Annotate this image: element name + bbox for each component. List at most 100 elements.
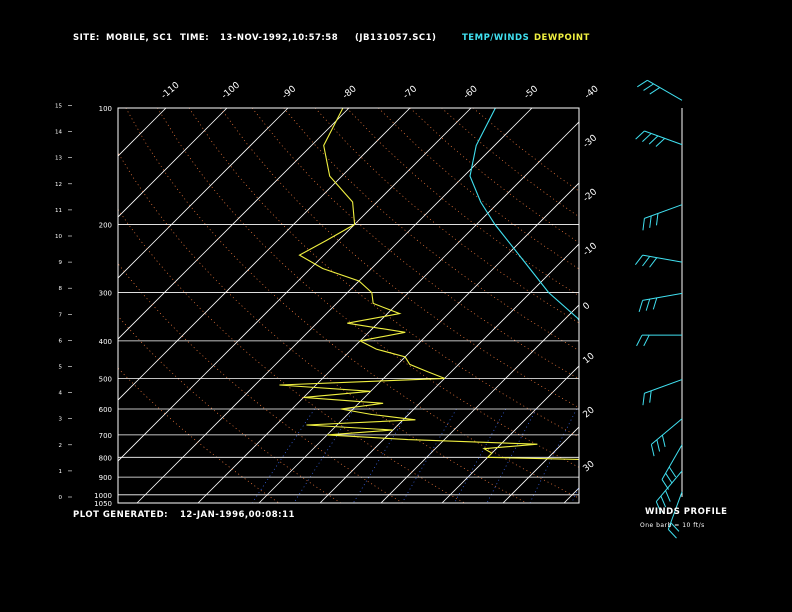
right-temp-label: 10 (582, 351, 597, 366)
wind-barb-shaft (642, 292, 683, 301)
wind-barb-flag (637, 79, 648, 88)
pressure-tick-label: 200 (99, 221, 112, 229)
wind-barb-flag (642, 256, 651, 267)
wind-barb-flag (667, 529, 677, 539)
isotherm-line (747, 108, 792, 503)
wind-barb-shaft (644, 379, 683, 394)
isotherm-line (563, 487, 579, 503)
pressure-tick-label: 100 (99, 105, 112, 113)
wind-barb-flag (635, 130, 645, 140)
wind-barb-flag (645, 298, 651, 311)
pressure-tick-label: 500 (99, 375, 112, 383)
height-tick-label: 11 (55, 208, 62, 214)
height-tick-label: 15 (55, 104, 62, 110)
right-temp-label: 30 (582, 459, 597, 474)
wind-barb-flag (652, 297, 658, 310)
right-temp-label: 0 (582, 301, 593, 313)
isotherm-line (118, 108, 228, 218)
wind-barb-flag (655, 213, 659, 226)
mixing-ratio-line (659, 409, 698, 503)
pressure-tick-label: 800 (99, 454, 112, 462)
wind-barb-flag (642, 133, 652, 142)
wind-barb-flag (665, 472, 673, 484)
dry-adiabat (118, 208, 465, 503)
top-temp-label: -70 (402, 84, 420, 101)
height-tick-label: 6 (59, 338, 63, 344)
dry-adiabat (283, 108, 579, 352)
wind-barb-flag (643, 83, 654, 91)
pressure-tick-label: 900 (99, 474, 112, 482)
height-tick-label: 1 (59, 469, 63, 475)
height-tick-label: 0 (59, 495, 63, 501)
wind-barb-flag (649, 87, 661, 95)
dry-adiabat (118, 152, 527, 503)
wind-barb-flag (650, 444, 655, 457)
dry-adiabat (346, 108, 579, 297)
height-tick-label: 8 (59, 286, 63, 292)
height-tick-label: 7 (59, 312, 63, 318)
wind-barb-flag (648, 135, 659, 145)
mixing-ratio-line (352, 408, 411, 503)
mixing-ratio-line (454, 408, 507, 503)
height-tick-label: 12 (55, 182, 62, 188)
top-temp-label: -50 (523, 84, 541, 101)
height-tick-label: 9 (59, 260, 63, 266)
dewpoint-line (279, 108, 579, 460)
wind-barb-flag (642, 393, 645, 406)
pressure-tick-label: 700 (99, 432, 112, 440)
wind-barb-shaft (655, 470, 683, 502)
wind-barb-flag (655, 137, 666, 147)
isotherm-line (0, 108, 105, 503)
wind-barb-flag (668, 466, 677, 478)
isotherm-line (0, 108, 44, 503)
skew-t-chart: 1002003004005006007008009001000105001234… (0, 79, 792, 539)
height-tick-label: 14 (55, 130, 62, 136)
wind-barb-flag (638, 300, 644, 312)
generated-value: 12-JAN-1996,00:08:11 (180, 510, 295, 520)
mixing-ratio-line (401, 408, 457, 503)
dry-adiabat (314, 108, 579, 324)
generated-label: PLOT GENERATED: (73, 510, 169, 520)
pressure-tick-label: 400 (99, 338, 112, 346)
wind-barb-flag (661, 435, 666, 447)
winds-profile-title: WINDS PROFILE (645, 507, 728, 517)
pressure-tick-label: 1000 (94, 492, 112, 500)
height-tick-label: 3 (59, 417, 63, 423)
isotherm-line (118, 108, 167, 157)
height-tick-label: 13 (55, 156, 62, 162)
isotherm-line (118, 108, 411, 401)
isotherm-line (686, 108, 792, 503)
wind-barb-shaft (651, 418, 683, 445)
isotherm-line (118, 108, 289, 279)
height-tick-label: 2 (59, 443, 63, 449)
dry-adiabat (409, 108, 579, 244)
dry-adiabat (118, 367, 280, 503)
wind-barb-flag (660, 495, 667, 508)
wind-barb-flag (649, 390, 652, 403)
isotherm-line (118, 108, 472, 462)
wind-barb-flag (649, 257, 658, 268)
dry-adiabat (441, 108, 579, 218)
wind-barb-shaft (647, 79, 683, 101)
top-temp-label: -110 (160, 80, 182, 101)
wind-barb-flag (642, 218, 645, 231)
pressure-tick-label: 1050 (94, 500, 112, 508)
mixing-ratio-line (529, 408, 578, 503)
pressure-tick-label: 300 (99, 290, 112, 298)
wind-barb-flag (649, 215, 652, 228)
isotherm-line (441, 365, 579, 503)
dry-adiabat (118, 263, 403, 503)
height-tick-label: 5 (59, 365, 63, 371)
dry-adiabat (188, 108, 579, 438)
right-temp-label: -20 (582, 187, 600, 204)
mixing-ratio-line (251, 408, 315, 503)
right-temp-label: 20 (582, 405, 597, 420)
right-temp-label: -10 (582, 241, 600, 258)
isotherm-line (258, 182, 579, 503)
wind-barb-flag (634, 254, 644, 266)
wind-barb-flag (656, 439, 661, 452)
isotherm-line (118, 108, 350, 340)
right-temp-label: -30 (582, 133, 600, 150)
top-temp-label: -40 (583, 84, 601, 101)
mixing-ratio-line (486, 408, 537, 503)
